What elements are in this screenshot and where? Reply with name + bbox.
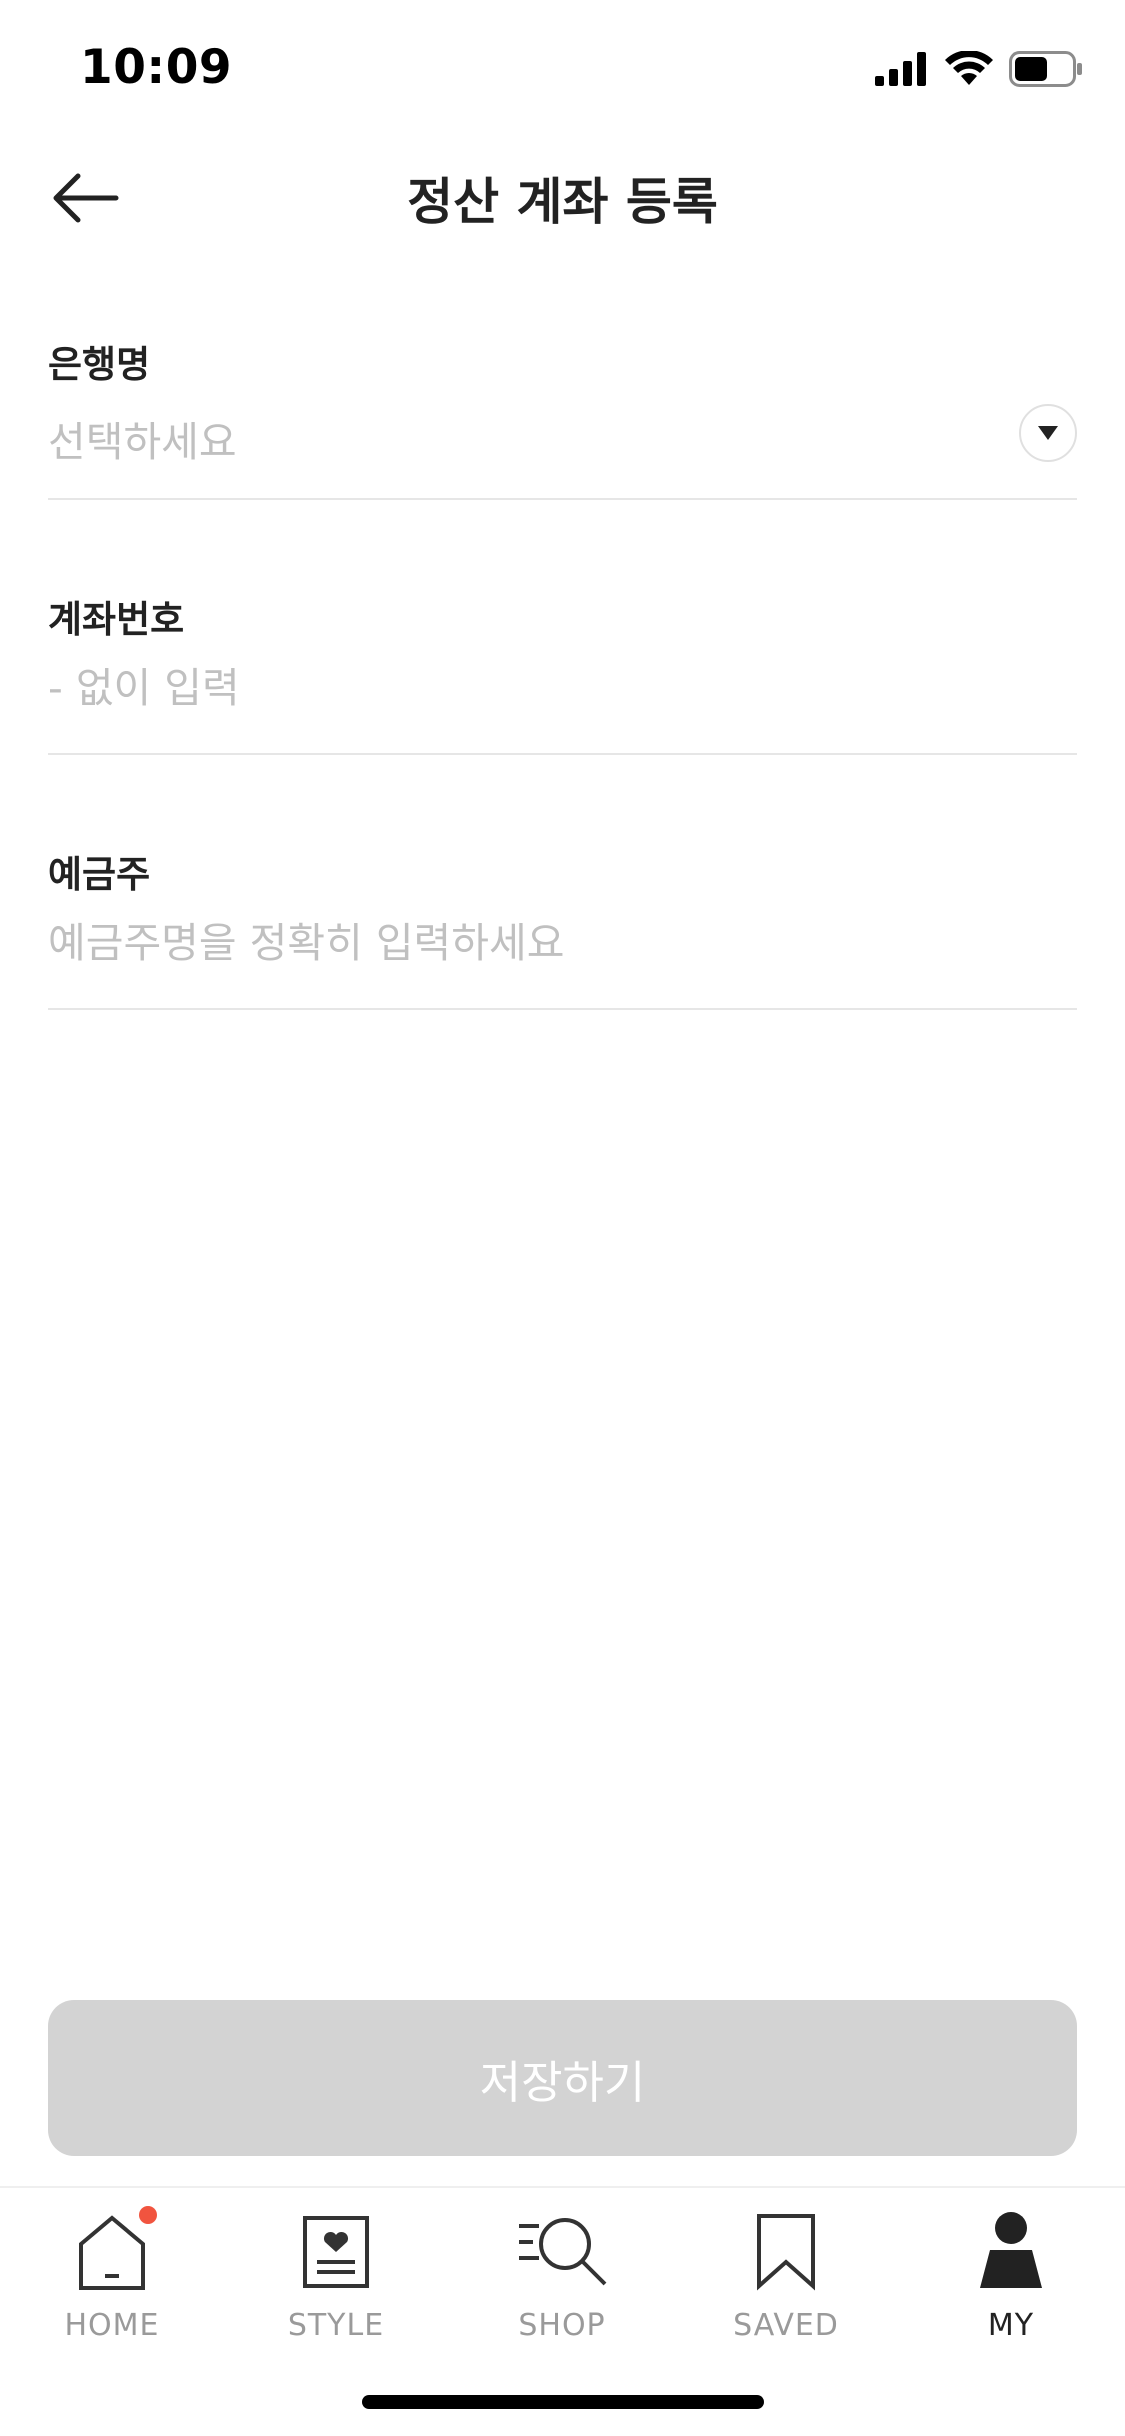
- shop-icon-wrap: [517, 2212, 607, 2292]
- tab-saved-label: SAVED: [733, 2308, 839, 2343]
- page-title: 정산 계좌 등록: [407, 173, 718, 231]
- home-indicator: [362, 2395, 764, 2409]
- triangle-down-icon: [1038, 426, 1058, 440]
- home-icon-wrap: [67, 2206, 157, 2292]
- bank-dropdown-button[interactable]: [1019, 404, 1077, 462]
- tab-shop-label: SHOP: [518, 2308, 606, 2343]
- account-holder-label: 예금주: [48, 853, 151, 896]
- my-icon-wrap: [966, 2212, 1056, 2292]
- account-number-label: 계좌번호: [48, 598, 185, 641]
- wifi-icon: [945, 51, 993, 85]
- notification-badge: [139, 2206, 157, 2224]
- home-icon: [79, 2215, 145, 2290]
- tab-saved[interactable]: SAVED: [686, 2212, 886, 2352]
- account-holder-field: 예금주: [48, 844, 1077, 1010]
- bank-select-placeholder[interactable]: 선택하세요: [48, 408, 237, 468]
- tab-home-label: HOME: [64, 2308, 160, 2343]
- tab-style[interactable]: STYLE: [236, 2212, 436, 2352]
- tab-style-label: STYLE: [287, 2308, 385, 2343]
- tab-my[interactable]: MY: [911, 2212, 1111, 2352]
- account-number-input[interactable]: [48, 653, 988, 723]
- saved-icon-wrap: [741, 2212, 831, 2292]
- bank-label: 은행명: [48, 343, 151, 386]
- style-icon: [303, 2216, 369, 2288]
- account-holder-input[interactable]: [48, 908, 988, 978]
- status-icons: [875, 48, 1083, 90]
- shop-search-icon: [519, 2218, 607, 2286]
- header: 정산 계좌 등록: [0, 132, 1125, 262]
- tab-home[interactable]: HOME: [12, 2206, 212, 2352]
- cellular-signal-icon: [875, 52, 926, 86]
- screen: 10:09 정산 계좌 등록 은행명 선택하세요 계좌번호 - 없이 입력 예금…: [0, 0, 1125, 2436]
- status-bar: 10:09: [0, 0, 1125, 132]
- tab-my-label: MY: [987, 2308, 1035, 2343]
- battery-icon: [1009, 51, 1082, 87]
- tab-shop[interactable]: SHOP: [462, 2212, 662, 2352]
- account-number-field: 계좌번호: [48, 589, 1077, 755]
- status-time: 10:09: [80, 40, 233, 95]
- save-button[interactable]: 저장하기: [48, 2000, 1077, 2156]
- bookmark-icon: [757, 2214, 815, 2291]
- bank-field[interactable]: 은행명 선택하세요: [48, 334, 1077, 500]
- style-icon-wrap: [291, 2212, 381, 2292]
- person-icon: [980, 2212, 1042, 2288]
